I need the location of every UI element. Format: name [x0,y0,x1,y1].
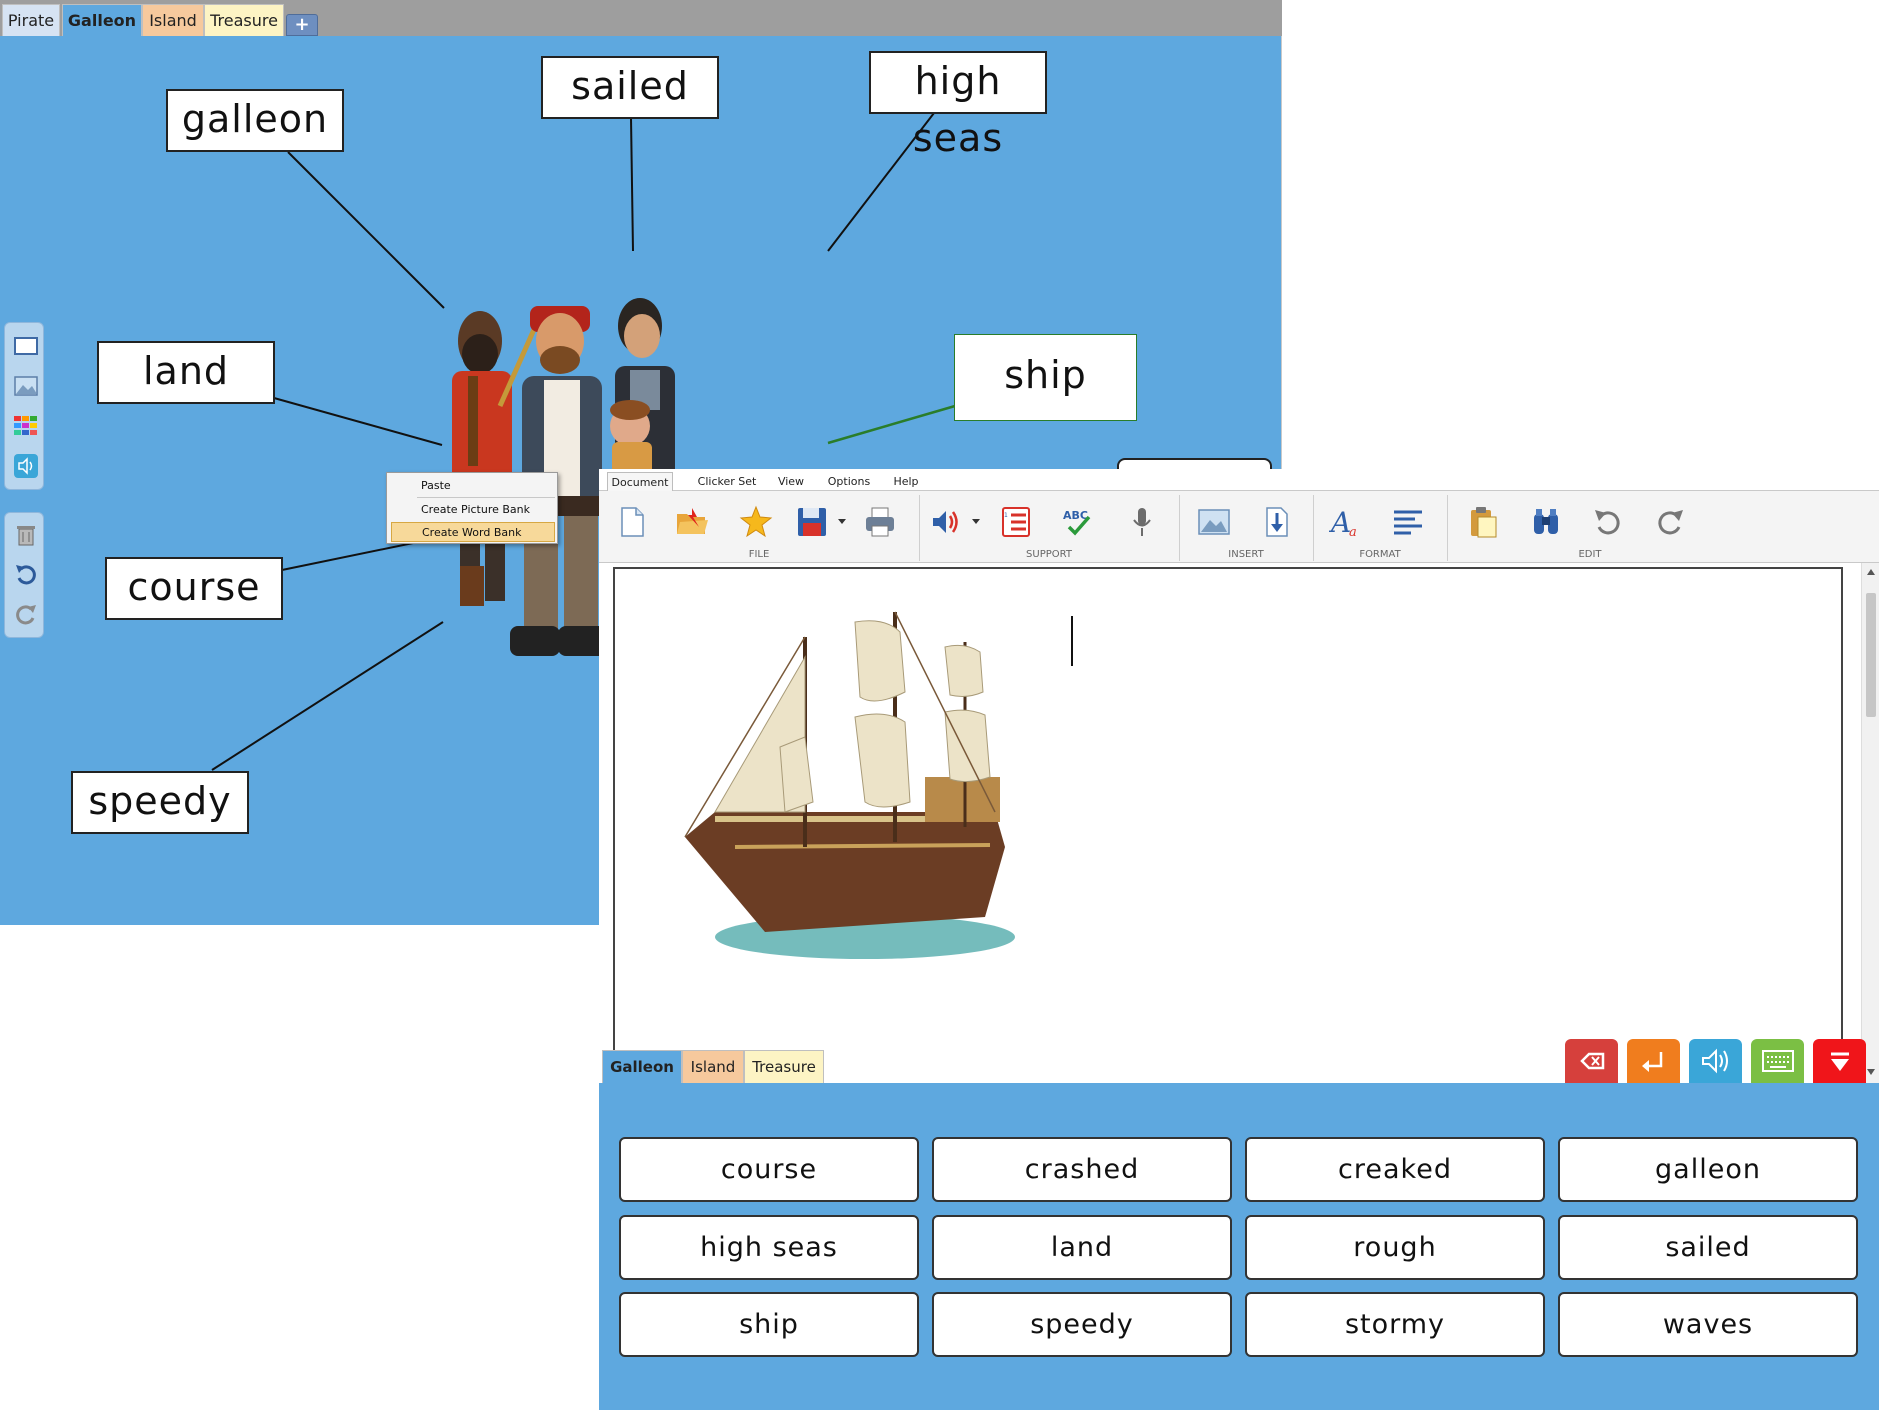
group-label-file: FILE [748,549,770,560]
word-box-ship[interactable]: ship [954,334,1137,421]
tab-island[interactable]: Island [682,1050,744,1083]
ribbon-tab-bar: Document Clicker Set View Options Help [599,469,1879,491]
insert-picture-icon[interactable] [1197,505,1231,539]
word-cell-stormy[interactable]: stormy [1245,1292,1545,1357]
undo-icon[interactable] [1591,505,1625,539]
enter-arrow-icon [1642,1052,1663,1072]
clipboard-icon[interactable] [1465,505,1499,539]
scroll-thumb[interactable] [1866,593,1876,717]
word-cell-creaked[interactable]: creaked [1245,1137,1545,1202]
tab-clicker-set[interactable]: Clicker Set [697,472,757,491]
word-cell-galleon[interactable]: galleon [1558,1137,1858,1202]
trash-icon[interactable] [13,521,39,547]
word-box-land[interactable]: land [97,341,275,404]
insert-toolbar [4,322,44,490]
speak-button[interactable] [1689,1039,1742,1083]
print-icon[interactable] [863,505,897,539]
word-cell-rough[interactable]: rough [1245,1215,1545,1280]
microphone-icon[interactable] [1125,505,1159,539]
tab-treasure[interactable]: Treasure [744,1050,824,1083]
font-style-icon[interactable]: Aa [1329,505,1363,539]
text-cursor [1071,616,1073,666]
numbered-list-icon[interactable]: 1 [999,505,1033,539]
tab-document[interactable]: Document [607,472,673,491]
svg-text:A: A [1329,506,1351,539]
keyboard-button[interactable] [1751,1039,1804,1083]
document-page[interactable] [613,567,1843,1083]
word-cell-land[interactable]: land [932,1215,1232,1280]
redo-icon[interactable] [13,601,39,627]
new-document-icon[interactable] [615,505,649,539]
speech-volume-icon[interactable] [929,505,963,539]
save-disk-icon[interactable] [795,505,829,539]
undo-icon[interactable] [13,561,39,587]
redo-icon[interactable] [1653,505,1687,539]
svg-text:1: 1 [1004,512,1008,519]
desktop: Pirate Galleon Island Treasure + galleon… [0,0,1879,1410]
menu-item-create-picture-bank[interactable]: Create Picture Bank [391,500,555,520]
group-label-support: SUPPORT [1026,549,1072,560]
backspace-button[interactable] [1565,1039,1618,1083]
scroll-up-icon[interactable] [1867,569,1875,575]
word-cell-crashed[interactable]: crashed [932,1137,1232,1202]
tab-options[interactable]: Options [825,472,873,491]
word-box-speedy[interactable]: speedy [71,771,249,834]
group-label-format: FORMAT [1359,549,1401,560]
word-bank-grid: course crashed creaked galleon high seas… [599,1083,1879,1410]
clicker-document-window: Document Clicker Set View Options Help F… [599,469,1879,1410]
word-cell-high-seas[interactable]: high seas [619,1215,919,1280]
speaker-icon [1702,1048,1728,1074]
save-dropdown-icon[interactable] [838,519,846,524]
keyboard-icon [1762,1050,1794,1072]
picture-icon[interactable] [13,373,39,399]
svg-text:a: a [1349,525,1357,539]
word-cell-ship[interactable]: ship [619,1292,919,1357]
word-cell-course[interactable]: course [619,1137,919,1202]
word-box-galleon[interactable]: galleon [166,89,344,152]
word-cell-waves[interactable]: waves [1558,1292,1858,1357]
find-binoculars-icon[interactable] [1529,505,1563,539]
edit-toolbar [4,512,44,638]
word-box-high-seas[interactable]: high seas [869,51,1047,160]
word-box-course[interactable]: course [105,557,283,620]
down-arrow-icon [1831,1052,1849,1071]
menu-item-paste[interactable]: Paste [391,476,555,496]
grid-icon[interactable] [13,413,39,439]
collapse-button[interactable] [1813,1039,1866,1083]
menu-item-create-word-bank[interactable]: Create Word Bank [391,522,555,542]
word-box-sailed[interactable]: sailed [541,56,719,119]
spell-check-icon[interactable]: ABC [1061,505,1095,539]
word-cell-sailed[interactable]: sailed [1558,1215,1858,1280]
ribbon-toolbar: FILE 1 ABC SUPPORT INSERT Aa FORMAT EDIT [599,491,1879,563]
open-folder-icon[interactable] [675,505,709,539]
backspace-icon [1580,1052,1605,1070]
document-area[interactable] [599,563,1879,1083]
menu-separator [417,497,555,498]
text-box-icon[interactable] [13,333,39,359]
speak-icon[interactable] [13,453,39,479]
scroll-down-icon[interactable] [1867,1069,1875,1075]
insert-file-icon[interactable] [1259,505,1293,539]
context-menu: Paste Create Picture Bank Create Word Ba… [386,472,558,544]
vertical-scrollbar[interactable] [1861,563,1879,1083]
galleon-picture[interactable] [655,597,1035,977]
paragraph-align-icon[interactable] [1391,505,1425,539]
group-label-insert: INSERT [1228,549,1264,560]
favourite-star-icon[interactable] [739,505,773,539]
tab-help[interactable]: Help [891,472,921,491]
speech-dropdown-icon[interactable] [972,519,980,524]
word-cell-speedy[interactable]: speedy [932,1292,1232,1357]
group-label-edit: EDIT [1578,549,1602,560]
tab-galleon[interactable]: Galleon [602,1050,682,1083]
tab-view[interactable]: View [775,472,807,491]
enter-button[interactable] [1627,1039,1680,1083]
